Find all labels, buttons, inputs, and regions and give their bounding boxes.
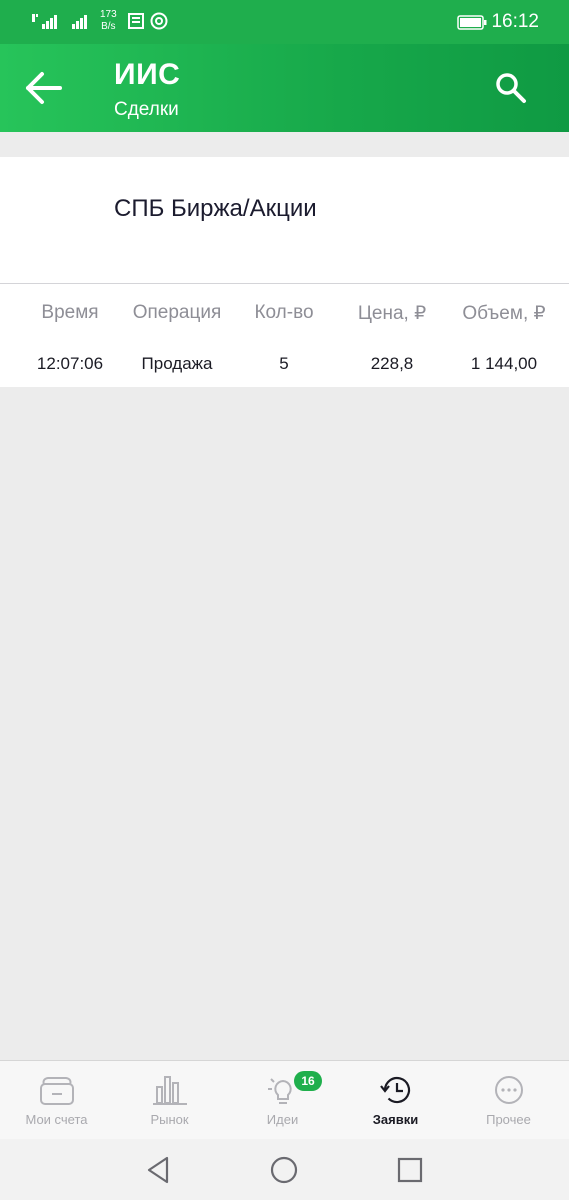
- header-volume: Объем, ₽: [462, 303, 546, 324]
- search-button[interactable]: [493, 70, 529, 106]
- cell-time: 12:07:06: [36, 354, 104, 373]
- battery-icon: [457, 15, 487, 30]
- deals-table: Время Операция Кол-во Цена, ₽ Объем, ₽ 1…: [0, 284, 569, 387]
- nav-label: Мои счета: [25, 1112, 88, 1127]
- bottom-nav: Мои счета Рынок 16 Идеи Заявки Прочее: [0, 1060, 569, 1139]
- nav-more[interactable]: Прочее: [452, 1061, 565, 1139]
- network-speed: 173 B/s: [100, 9, 117, 33]
- nav-label: Идеи: [266, 1112, 299, 1127]
- cell-operation: Продажа: [141, 354, 213, 373]
- exchange-title: СПБ Биржа/Акции: [114, 195, 317, 222]
- nav-label: Заявки: [372, 1112, 419, 1127]
- cell-volume: 1 144,00: [470, 354, 538, 373]
- more-dots-icon: [495, 1076, 523, 1104]
- header-price: Цена, ₽: [357, 303, 427, 324]
- header-time: Время: [41, 302, 99, 323]
- status-bar: 173 B/s 16:12: [0, 0, 569, 44]
- system-recents-icon[interactable]: [393, 1153, 427, 1187]
- nav-ideas[interactable]: 16 Идеи: [226, 1061, 339, 1139]
- exchange-card: СПБ Биржа/Акции: [0, 157, 569, 283]
- history-clock-icon: [380, 1076, 411, 1104]
- arrow-back-icon: [26, 72, 62, 104]
- network-speed-unit: B/s: [101, 21, 116, 32]
- nav-market[interactable]: Рынок: [113, 1061, 226, 1139]
- cell-price: 228,8: [370, 354, 414, 373]
- bar-chart-icon: [153, 1076, 187, 1105]
- wallet-icon: [40, 1077, 74, 1105]
- status-time: 16:12: [491, 11, 539, 32]
- ideas-count-badge: 16: [294, 1071, 322, 1091]
- news-icon: [128, 13, 144, 29]
- system-home-icon[interactable]: [267, 1153, 301, 1187]
- system-nav-bar: [0, 1139, 569, 1200]
- page-title: ИИС: [114, 58, 181, 91]
- email-at-icon: [150, 12, 168, 30]
- header-quantity: Кол-во: [254, 302, 314, 323]
- nav-my-accounts[interactable]: Мои счета: [0, 1061, 113, 1139]
- signal-strength-icon: [32, 14, 57, 29]
- header-operation: Операция: [132, 302, 222, 323]
- nav-orders[interactable]: Заявки: [339, 1061, 452, 1139]
- search-icon: [496, 73, 526, 103]
- system-back-icon[interactable]: [141, 1153, 175, 1187]
- app-bar: ИИС Сделки: [0, 44, 569, 132]
- page-subtitle: Сделки: [114, 99, 179, 120]
- nav-label: Прочее: [486, 1112, 531, 1127]
- back-button[interactable]: [22, 66, 66, 110]
- network-speed-value: 173: [100, 9, 117, 20]
- top-spacer: [0, 132, 569, 157]
- cell-quantity: 5: [279, 354, 289, 373]
- signal-strength-icon-2: [72, 15, 87, 29]
- nav-label: Рынок: [150, 1112, 189, 1127]
